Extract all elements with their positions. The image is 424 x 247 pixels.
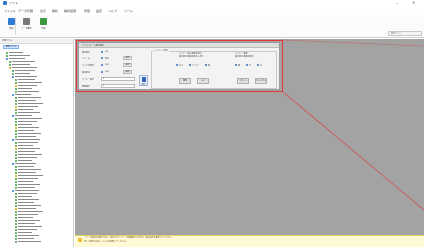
field-label: フレーム [82, 58, 90, 60]
field-label: 線の表示 [82, 52, 91, 54]
note-line: 面を表示 断面を表示します [179, 56, 204, 58]
cancel-button[interactable]: キャンセル [255, 78, 267, 84]
settings-button[interactable]: 設定 [123, 56, 132, 60]
reset-button[interactable]: リセット [237, 78, 249, 84]
note-line: 面を表示 断面を表示 [235, 56, 254, 58]
settings-button[interactable]: 設定 [123, 70, 132, 74]
field-label: ワイヤー番号 [82, 79, 94, 81]
radio-button[interactable] [101, 64, 103, 66]
radio-button[interactable] [176, 64, 178, 66]
field-label: 面の表示 [82, 72, 91, 74]
radio-button[interactable] [101, 57, 103, 59]
dialog-title: ワイヤフレーム表示設定 [82, 45, 104, 47]
wire-number-input[interactable]: 1 [101, 77, 135, 81]
field-label: 要素番号 [82, 86, 91, 88]
field-value: ON [105, 51, 108, 53]
show-button-label: 表示 [141, 84, 146, 86]
radio-button[interactable] [205, 64, 207, 66]
radio-button[interactable] [189, 64, 191, 66]
radio-label: 太 [260, 65, 263, 67]
radio-label: 細 [238, 65, 241, 67]
callout-line-top [282, 39, 424, 47]
display-icon [142, 77, 146, 82]
radio-label: 太さ [179, 65, 184, 67]
radio-label: 面 [208, 65, 211, 67]
field-value: 表示 [105, 58, 110, 60]
hint-line: ツリーの項目を選択すると、該当するワイヤーが強調表示されます。表示設定を変更して… [84, 237, 174, 239]
show-button[interactable]: 表示 [139, 75, 148, 86]
radio-button[interactable] [235, 64, 237, 66]
display-settings-dialog: ワイヤフレーム表示設定 線の表示 ON フレーム 表示 設定 ワイヤの表示 OF… [78, 42, 280, 90]
hint-line: 詳しい操作方法は、ヘルプを参照してください。 [84, 241, 128, 243]
group-title: ハイライト表示 [153, 49, 169, 52]
radio-button[interactable] [246, 64, 248, 66]
settings-button[interactable]: 設定 [123, 63, 132, 67]
info-icon: ! [78, 238, 82, 242]
radio-button[interactable] [101, 71, 103, 73]
hint-bar: ! ツリーの項目を選択すると、該当するワイヤーが強調表示されます。表示設定を変更… [75, 235, 424, 247]
radio-button[interactable] [101, 51, 103, 53]
ok-button[interactable]: OK [197, 78, 209, 84]
dialog-title-bar: ワイヤフレーム表示設定 [79, 43, 279, 48]
field-value: OFF [105, 64, 109, 66]
radio-label: ワイヤー [192, 65, 200, 67]
field-value: OFF [105, 71, 109, 73]
callout-lines [282, 39, 424, 211]
callout-line-bottom [282, 91, 424, 211]
field-label: ワイヤの表示 [82, 65, 94, 67]
radio-button[interactable] [257, 64, 259, 66]
apply-button[interactable]: 適用 [179, 78, 191, 84]
radio-label: 中 [249, 65, 252, 67]
element-number-input[interactable]: 1 [101, 84, 135, 88]
